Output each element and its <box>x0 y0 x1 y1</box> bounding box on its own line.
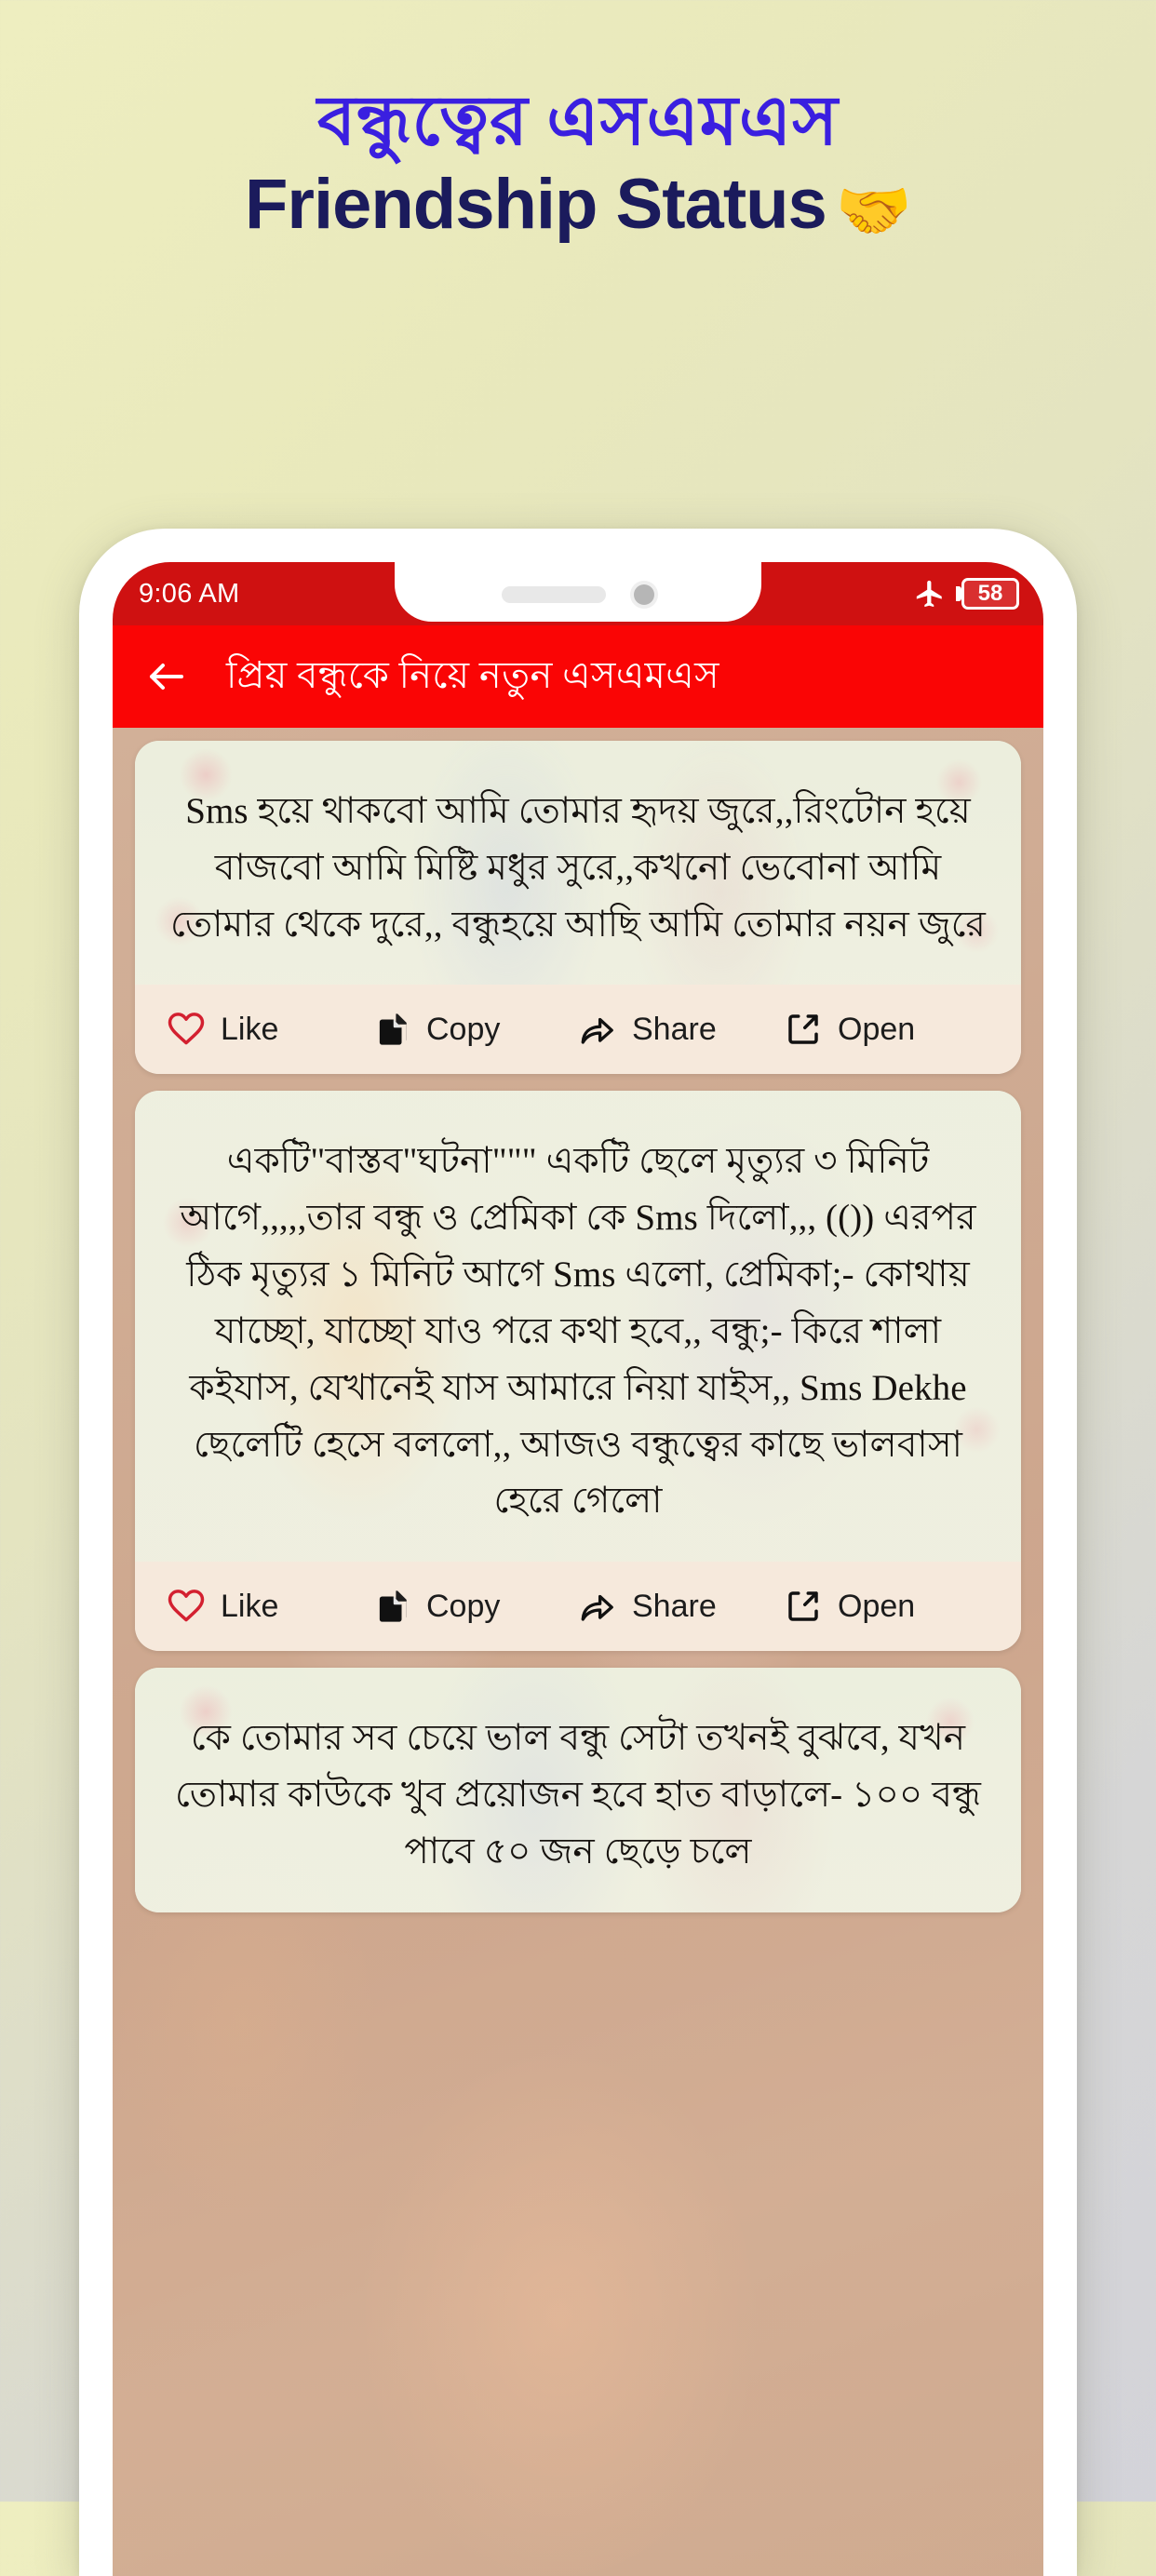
promo-title-english-text: Friendship Status <box>244 165 827 245</box>
promo-header: বন্ধুত্বের এসএমএস Friendship Status 🤝 <box>0 0 1156 245</box>
open-external-icon <box>788 1591 818 1622</box>
copy-document-icon <box>379 1590 407 1622</box>
open-external-icon <box>788 1014 818 1045</box>
back-arrow-icon[interactable] <box>144 654 189 699</box>
copy-button[interactable]: Copy <box>372 1010 578 1049</box>
open-label: Open <box>838 1011 916 1047</box>
earpiece-speaker <box>502 586 606 603</box>
sms-text: Sms হয়ে থাকবো আমি তোমার হৃদয় জুরে,,রিং… <box>170 791 986 945</box>
promo-title-english: Friendship Status 🤝 <box>0 166 1156 245</box>
heart-icon <box>168 1590 205 1622</box>
like-button[interactable]: Like <box>167 1587 372 1626</box>
open-button[interactable]: Open <box>784 1587 989 1626</box>
share-button[interactable]: Share <box>578 1587 784 1626</box>
app-bar-title: প্রিয় বন্ধুকে নিয়ে নতুন এসএমএস <box>226 653 719 696</box>
like-label: Like <box>221 1588 279 1624</box>
like-button[interactable]: Like <box>167 1010 372 1049</box>
status-bar-indicators: 58 <box>914 578 1019 610</box>
phone-screen: 9:06 AM 58 প্রিয় বন্ধুকে নিয়ে নতুন এসএ… <box>113 562 1043 2576</box>
like-label: Like <box>221 1011 279 1047</box>
sms-card-body: একটি"বাস্তব"ঘটনা""" একটি ছেলে মৃত্যুর ৩ … <box>135 1091 1021 1563</box>
share-label: Share <box>632 1588 717 1624</box>
sms-card[interactable]: কে তোমার সব চেয়ে ভাল বন্ধু সেটা তখনই বু… <box>135 1668 1021 1912</box>
open-button[interactable]: Open <box>784 1010 989 1049</box>
share-arrow-icon <box>581 1018 613 1045</box>
share-button[interactable]: Share <box>578 1010 784 1049</box>
front-camera <box>634 584 654 605</box>
handshake-icon: 🤝 <box>835 176 912 246</box>
phone-mockup: 9:06 AM 58 প্রিয় বন্ধুকে নিয়ে নতুন এসএ… <box>79 529 1077 2576</box>
sms-card-body: কে তোমার সব চেয়ে ভাল বন্ধু সেটা তখনই বু… <box>135 1668 1021 1912</box>
sms-action-bar: Like Copy Share Open <box>135 985 1021 1075</box>
sms-text: কে তোমার সব চেয়ে ভাল বন্ধু সেটা তখনই বু… <box>174 1718 982 1872</box>
status-bar: 9:06 AM 58 <box>113 562 1043 625</box>
open-label: Open <box>838 1588 916 1624</box>
battery-indicator: 58 <box>956 578 1019 610</box>
sms-card[interactable]: Sms হয়ে থাকবো আমি তোমার হৃদয় জুরে,,রিং… <box>135 741 1021 1075</box>
heart-icon <box>168 1013 205 1045</box>
sms-text: একটি"বাস্তব"ঘটনা""" একটি ছেলে মৃত্যুর ৩ … <box>180 1141 976 1522</box>
battery-level: 58 <box>961 578 1019 610</box>
app-bar: প্রিয় বন্ধুকে নিয়ে নতুন এসএমএস <box>113 625 1043 728</box>
promo-title-bengali: বন্ধুত্বের এসএমএস <box>316 84 840 160</box>
sms-card-list[interactable]: Sms হয়ে থাকবো আমি তোমার হৃদয় জুরে,,রিং… <box>113 728 1043 2576</box>
status-bar-time: 9:06 AM <box>139 578 240 609</box>
sms-card-body: Sms হয়ে থাকবো আমি তোমার হৃদয় জুরে,,রিং… <box>135 741 1021 986</box>
copy-label: Copy <box>426 1011 501 1047</box>
sms-card[interactable]: একটি"বাস্তব"ঘটনা""" একটি ছেলে মৃত্যুর ৩ … <box>135 1091 1021 1652</box>
copy-document-icon <box>379 1013 407 1046</box>
copy-label: Copy <box>426 1588 501 1624</box>
share-label: Share <box>632 1011 717 1047</box>
share-arrow-icon <box>581 1595 613 1621</box>
copy-button[interactable]: Copy <box>372 1587 578 1626</box>
airplane-mode-icon <box>916 580 942 608</box>
phone-notch <box>395 562 761 622</box>
sms-action-bar: Like Copy Share Open <box>135 1562 1021 1652</box>
